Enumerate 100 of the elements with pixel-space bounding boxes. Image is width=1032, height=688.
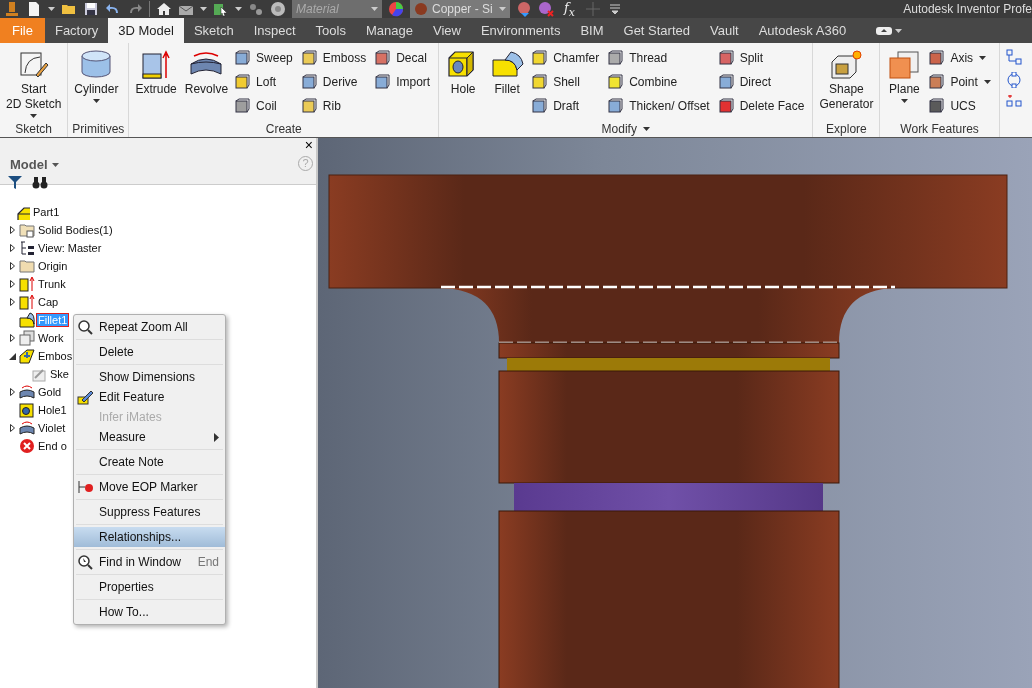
ribbon-button[interactable]: Import — [374, 70, 435, 94]
ribbon-button[interactable]: Loft — [234, 70, 297, 94]
ribbon-button[interactable]: Delete Face — [717, 94, 809, 118]
formula-button[interactable]: f$_{x}$ — [560, 0, 579, 19]
tree-item[interactable]: End o — [37, 440, 68, 452]
caret-icon — [979, 56, 987, 60]
bodies-folder-icon — [19, 222, 35, 238]
menu-item[interactable]: Delete — [74, 342, 225, 362]
ribbon-button[interactable]: Chamfer — [531, 46, 604, 70]
ribbon-button[interactable]: Point — [928, 70, 995, 94]
tree-item[interactable]: Part1 — [32, 206, 61, 218]
menu-item[interactable]: Move EOP Marker — [74, 477, 225, 497]
menu-item[interactable]: Create Note — [74, 452, 225, 472]
dropdown-caret-icon — [200, 7, 207, 11]
ribbon-tab[interactable]: View — [422, 18, 471, 43]
revolve-icon — [19, 384, 35, 400]
tree-item[interactable]: Gold — [37, 386, 63, 398]
extrude-icon — [19, 294, 35, 310]
binoculars-icon — [32, 176, 48, 189]
tree-item[interactable]: Work — [37, 332, 65, 344]
dropdown-caret-icon — [499, 7, 506, 11]
menu-item[interactable]: Measure — [74, 427, 225, 447]
ribbon-button[interactable]: Shell — [531, 70, 604, 94]
ribbon-button[interactable]: Cylinder — [72, 46, 121, 120]
constraint-icon — [1005, 49, 1022, 65]
menu-item[interactable]: Repeat Zoom All — [74, 317, 225, 337]
select-cursor-icon — [213, 1, 229, 17]
ribbon-button[interactable]: Extrude — [133, 46, 179, 120]
fillet-icon — [19, 312, 35, 328]
ribbon-tab[interactable]: Get Started — [613, 18, 700, 43]
tree-item[interactable]: Cap — [37, 296, 60, 308]
error-icon — [19, 438, 35, 454]
window-title: Autodesk Inventor Profe — [903, 2, 1032, 16]
tree-item[interactable]: Trunk — [37, 278, 67, 290]
hole-icon — [19, 402, 35, 418]
zoom-icon — [77, 319, 93, 335]
submenu-arrow-icon — [214, 432, 219, 442]
pencil-edit-icon — [77, 389, 93, 405]
ribbon-button[interactable]: Plane — [884, 46, 925, 120]
menu-item[interactable]: Find in Window End — [74, 552, 225, 572]
ribbon-tab[interactable]: Tools — [305, 18, 356, 43]
menu-item[interactable]: Properties — [74, 577, 225, 597]
tree-item[interactable]: Violet — [37, 422, 67, 434]
ribbon-tab[interactable]: 3D Model — [108, 18, 184, 43]
menu-item[interactable]: Relationships... — [74, 527, 225, 547]
tree-item[interactable]: View: Master — [37, 242, 103, 254]
panel-title: Create — [265, 121, 302, 136]
ribbon-button[interactable]: Fillet — [487, 46, 528, 120]
menu-item[interactable]: How To... — [74, 602, 225, 622]
tree-item[interactable]: Hole1 — [37, 404, 68, 416]
ribbon-button[interactable]: Sweep — [234, 46, 297, 70]
ribbon-button[interactable]: Shape Generator — [817, 46, 876, 120]
circle-pattern-icon — [1005, 72, 1022, 88]
ribbon-button[interactable]: Hole — [443, 46, 484, 120]
find-icon — [77, 554, 93, 570]
ribbon-tab[interactable]: Vault — [700, 18, 749, 43]
panel-title: Primitives — [72, 121, 125, 136]
ribbon-tab[interactable]: Manage — [355, 18, 423, 43]
extrude-icon — [19, 276, 35, 292]
ribbon-button[interactable]: Rib — [300, 94, 371, 118]
ribbon-tab[interactable]: Sketch — [183, 18, 244, 43]
menu-item[interactable]: Suppress Features — [74, 502, 225, 522]
menu-item[interactable]: Edit Feature — [74, 387, 225, 407]
ribbon-tab[interactable]: BIM — [570, 18, 614, 43]
tree-item[interactable]: Solid Bodies(1) — [37, 224, 114, 236]
ribbon-tab[interactable]: Autodesk A360 — [748, 18, 857, 43]
tree-item[interactable]: Origin — [37, 260, 69, 272]
ribbon-button[interactable]: Start 2D Sketch — [4, 46, 64, 120]
close-button[interactable]: × — [304, 138, 313, 152]
ribbon-button[interactable]: Split — [717, 46, 809, 70]
ribbon-button[interactable]: Thread — [607, 46, 714, 70]
tree-item[interactable]: Ske — [49, 368, 70, 380]
ribbon-tab[interactable]: Inspect — [243, 18, 306, 43]
menu-item[interactable]: Show Dimensions — [74, 367, 225, 387]
ribbon-button[interactable]: Direct — [717, 70, 809, 94]
ribbon-button[interactable]: Draft — [531, 94, 604, 118]
dropdown-caret-icon — [48, 7, 55, 11]
caret-icon — [895, 28, 903, 33]
copper-ball-icon — [414, 2, 428, 16]
dropdown-caret-icon — [371, 7, 378, 11]
ribbon-tab[interactable]: Factory — [44, 18, 109, 43]
ribbon-button[interactable]: Derive — [300, 70, 371, 94]
browser-title-dropdown[interactable]: Model — [10, 157, 59, 172]
ribbon-button[interactable]: Coil — [234, 94, 297, 118]
ribbon-button[interactable]: Combine — [607, 70, 714, 94]
panel-title: Modify — [601, 121, 637, 136]
ribbon-button[interactable]: Decal — [374, 46, 435, 70]
ribbon-button[interactable]: Revolve — [182, 46, 231, 120]
dropdown-caret-icon — [235, 7, 242, 11]
filter-icon — [8, 176, 22, 189]
ribbon-tab[interactable]: Environments — [470, 18, 571, 43]
ribbon-button[interactable]: Axis — [928, 46, 995, 70]
tree-item[interactable]: Embos — [37, 350, 74, 362]
ribbon-button[interactable]: Emboss — [300, 46, 371, 70]
part-icon — [14, 204, 30, 220]
ribbon-button[interactable]: Thicken/ Offset — [607, 94, 714, 118]
panel-title: Sketch — [15, 121, 52, 136]
caret-icon — [92, 99, 100, 103]
color-wheel-icon — [388, 1, 404, 17]
ribbon-button[interactable]: UCS — [928, 94, 995, 118]
